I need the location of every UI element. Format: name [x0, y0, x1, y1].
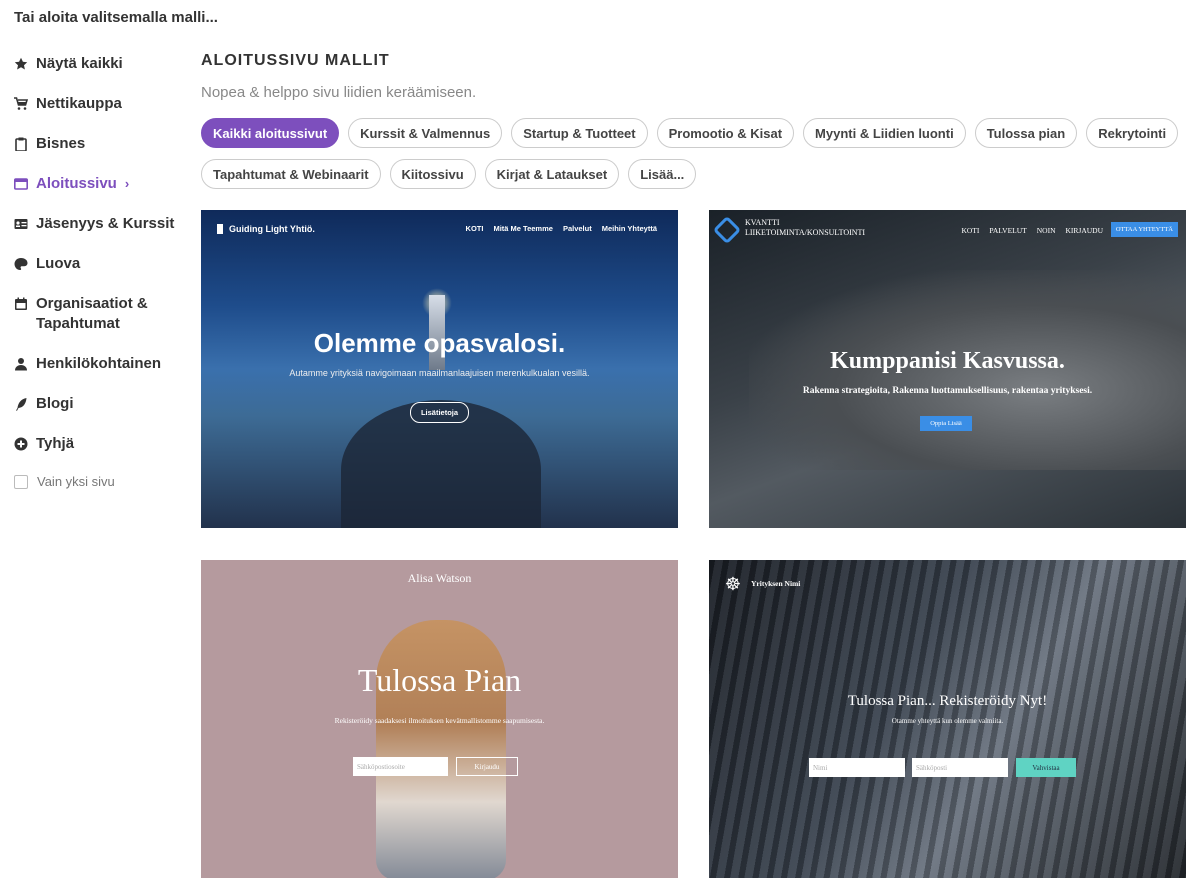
chip-promotion-contests[interactable]: Promootio & Kisat — [656, 118, 795, 148]
template-title: Tulossa Pian... Rekisteröidy Nyt! — [847, 693, 1048, 709]
template-gallery: ALOITUSSIVU MALLIT Nopea & helppo sivu l… — [201, 52, 1191, 878]
plus-circle-icon — [14, 437, 28, 451]
chip-sales-lead-generation[interactable]: Myynti & Liidien luonti — [803, 118, 966, 148]
sidebar-item-creative[interactable]: Luova — [14, 254, 194, 274]
sidebar-item-ecommerce[interactable]: Nettikauppa — [14, 94, 194, 114]
sidebar-item-label: Organisaatiot & Tapahtumat — [36, 295, 148, 332]
sidebar-item-landing-page[interactable]: Aloitussivu › — [14, 174, 194, 194]
chip-more[interactable]: Lisää... — [628, 159, 697, 189]
chip-thank-you[interactable]: Kiitossivu — [389, 159, 476, 189]
template-button: Kirjaudu — [456, 757, 518, 776]
user-icon — [14, 357, 28, 371]
template-title: Kumppanisi Kasvussa. — [830, 348, 1065, 374]
template-card-lighthouse[interactable]: Guiding Light Yhtiö. KOTI Mitä Me Teemme… — [201, 210, 678, 528]
chevron-right-icon: › — [124, 176, 130, 191]
template-nav-item: Palvelut — [562, 224, 592, 233]
single-page-checkbox-label: Vain yksi sivu — [37, 474, 115, 489]
star-icon — [14, 57, 28, 71]
kvantti-logo-icon — [712, 215, 742, 245]
template-title: Olemme opasvalosi. — [313, 328, 566, 358]
sidebar-item-label: Bisnes — [36, 135, 86, 152]
template-email-input: Sähköposti — [912, 758, 1008, 777]
template-title: Tulossa Pian — [357, 662, 522, 698]
template-subtitle: Rekisteröidy saadaksesi ilmoituksen kevä… — [334, 716, 545, 725]
sidebar-item-label: Tyhjä — [36, 435, 75, 452]
sidebar-item-label: Luova — [36, 255, 81, 272]
template-button: Vahvistaa — [1016, 758, 1076, 777]
template-card-coming-soon-portrait[interactable]: Alisa Watson Tulossa Pian Rekisteröidy s… — [201, 560, 678, 878]
chip-events-webinars[interactable]: Tapahtumat & Webinaarit — [201, 159, 381, 189]
template-brand: KVANTTI LIIKETOIMINTA/KONSULTOINTI — [745, 218, 865, 238]
template-nav-item: PALVELUT — [989, 226, 1027, 235]
section-heading: ALOITUSSIVU MALLIT — [201, 52, 390, 69]
sidebar-item-label: Henkilökohtainen — [36, 355, 162, 372]
clipboard-icon — [14, 137, 28, 151]
template-nav-item: NOIN — [1036, 226, 1056, 235]
template-brand-text: Guiding Light Yhtiö. — [229, 224, 315, 234]
category-sidebar: Näytä kaikki Nettikauppa Bisnes Aloituss… — [14, 54, 194, 489]
template-button: Lisätietoja — [410, 402, 469, 423]
template-card-coming-soon-library[interactable]: ☸ Yrityksen Nimi Tulossa Pian... Rekiste… — [709, 560, 1186, 878]
chip-coming-soon[interactable]: Tulossa pian — [974, 118, 1078, 148]
template-nav-item: KIRJAUDU — [1065, 226, 1104, 235]
chip-books-downloads[interactable]: Kirjat & Lataukset — [484, 159, 620, 189]
sidebar-item-label: Aloitussivu — [36, 175, 117, 192]
template-email-input: Sähköpostiosoite — [353, 757, 448, 776]
sidebar-item-blank[interactable]: Tyhjä — [14, 434, 194, 454]
template-brand: Guiding Light Yhtiö. — [217, 224, 315, 234]
chip-all-landing-pages[interactable]: Kaikki aloitussivut — [201, 118, 340, 148]
ship-wheel-icon: ☸ — [724, 574, 742, 594]
template-name-input: Nimi — [809, 758, 905, 777]
sidebar-item-personal[interactable]: Henkilökohtainen — [14, 354, 194, 374]
template-button: Oppia Lisää — [920, 416, 972, 431]
lighthouse-logo-icon — [217, 224, 223, 234]
template-subtitle: Autamme yrityksiä navigoimaan maailmanla… — [289, 368, 590, 378]
section-subheading: Nopea & helppo sivu liidien keräämiseen. — [201, 84, 477, 101]
chip-recruiting[interactable]: Rekrytointi — [1086, 118, 1179, 148]
feather-icon — [14, 397, 28, 411]
sidebar-item-label: Blogi — [36, 395, 74, 412]
template-brand: Alisa Watson — [407, 571, 472, 585]
template-subtitle: Otamme yhteyttä kun olemme valmiita. — [891, 717, 1004, 725]
template-nav: KOTI Mitä Me Teemme Palvelut Meihin Yhte… — [466, 224, 657, 233]
template-brand-line1: KVANTTI — [745, 218, 780, 227]
portrait-image — [376, 620, 506, 878]
sidebar-item-organizations-events[interactable]: Organisaatiot & Tapahtumat — [14, 294, 194, 334]
sidebar-item-label: Nettikauppa — [36, 95, 122, 112]
sidebar-item-label: Jäsenyys & Kurssit — [36, 215, 175, 232]
sidebar-item-membership-courses[interactable]: Jäsenyys & Kurssit — [14, 214, 194, 234]
window-icon — [14, 177, 28, 191]
template-nav-item: KOTI — [465, 224, 484, 233]
filter-chips: Kaikki aloitussivut Kurssit & Valmennus … — [201, 118, 1191, 200]
cart-icon — [14, 97, 28, 111]
id-card-icon — [14, 217, 28, 231]
page-prompt-title: Tai aloita valitsemalla malli... — [14, 9, 218, 26]
chip-courses-coaching[interactable]: Kurssit & Valmennus — [348, 118, 503, 148]
template-nav: KOTI PALVELUT NOIN KIRJAUDU — [961, 226, 1103, 235]
sidebar-item-business[interactable]: Bisnes — [14, 134, 194, 154]
sidebar-item-show-all[interactable]: Näytä kaikki — [14, 54, 194, 74]
sidebar-item-blog[interactable]: Blogi — [14, 394, 194, 414]
template-subtitle: Rakenna strategioita, Rakenna luottamuks… — [802, 386, 1093, 396]
template-brand-line2: LIIKETOIMINTA/KONSULTOINTI — [745, 228, 866, 237]
single-page-filter[interactable]: Vain yksi sivu — [14, 474, 194, 489]
template-nav-item: Meihin Yhteyttä — [601, 224, 657, 233]
template-nav-item: KOTI — [961, 226, 980, 235]
single-page-checkbox[interactable] — [14, 474, 28, 489]
template-card-consulting[interactable]: KVANTTI LIIKETOIMINTA/KONSULTOINTI KOTI … — [709, 210, 1186, 528]
sidebar-item-label: Näytä kaikki — [36, 55, 123, 72]
template-contact-button: OTTAA YHTEYTTÄ — [1110, 222, 1178, 237]
calendar-icon — [14, 297, 28, 311]
template-brand: Yrityksen Nimi — [751, 579, 801, 588]
chip-startup-products[interactable]: Startup & Tuotteet — [511, 118, 648, 148]
palette-icon — [14, 257, 28, 271]
template-nav-item: Mitä Me Teemme — [493, 224, 553, 233]
